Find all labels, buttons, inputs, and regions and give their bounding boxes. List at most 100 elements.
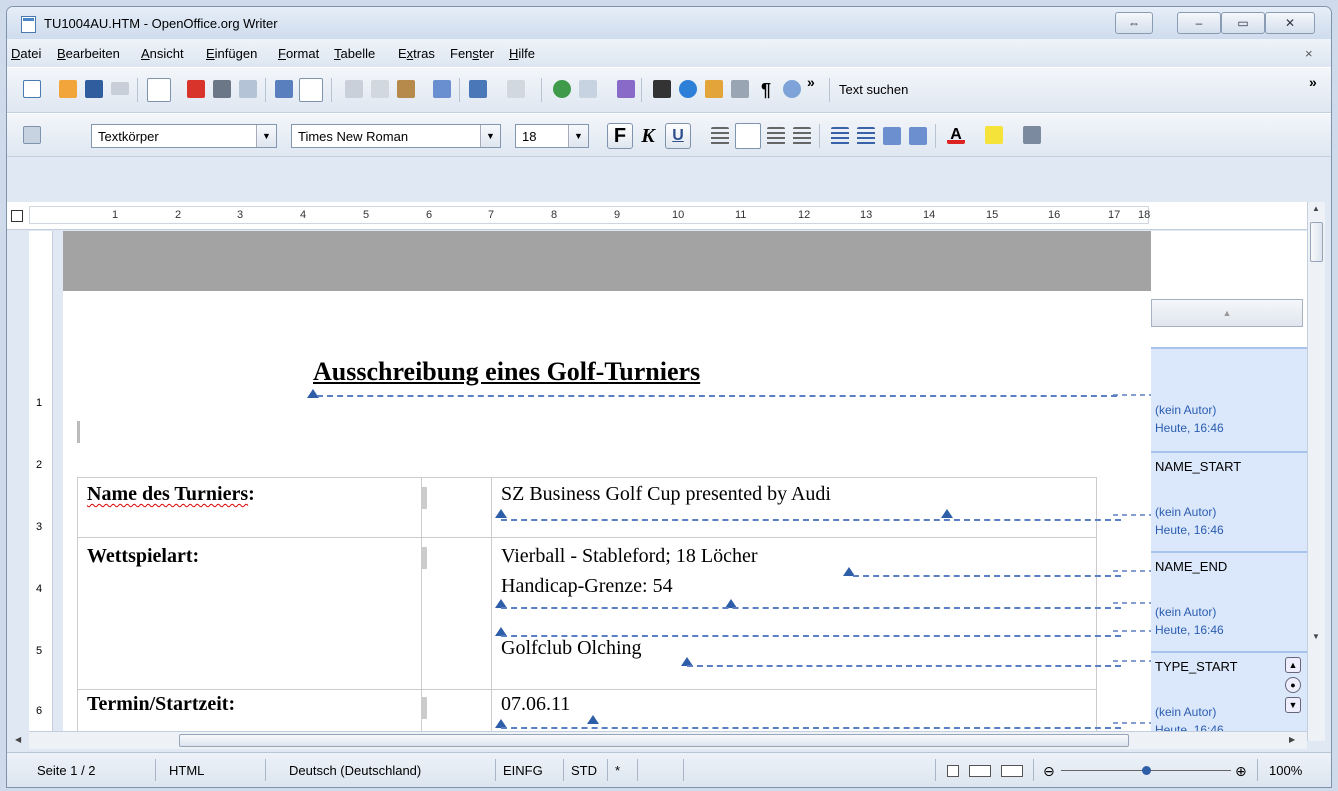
scroll-thumb[interactable] [1310, 222, 1323, 262]
new-document-icon[interactable] [23, 80, 41, 98]
restore-layout-button[interactable]: ⇔ [1115, 12, 1153, 34]
note-nav-down-icon[interactable]: ▼ [1285, 697, 1301, 713]
hyperlink-icon[interactable] [553, 80, 571, 98]
increase-indent-icon[interactable] [909, 127, 927, 145]
open-folder-icon[interactable] [59, 80, 77, 98]
toolbar-more-icon[interactable]: » [807, 74, 815, 90]
text-search-button[interactable]: Text suchen [839, 82, 908, 97]
data-sources-icon[interactable] [731, 80, 749, 98]
multi-page-view-icon[interactable] [969, 765, 991, 777]
menu-tabelle[interactable]: Tabelle [334, 46, 375, 61]
menu-extras[interactable]: Extras [398, 46, 435, 61]
underline-button[interactable]: U [665, 123, 691, 149]
scroll-down-icon[interactable]: ▼ [1312, 632, 1320, 641]
tab-type-icon[interactable] [11, 210, 23, 222]
zoom-slider-thumb[interactable] [1142, 766, 1151, 775]
comment-note[interactable]: (kein Autor) Heute, 16:46 [1151, 347, 1307, 453]
zoom-value[interactable]: 100% [1269, 763, 1302, 778]
comment-note[interactable]: TYPE_START (kein Autor) Heute, 16:46 [1151, 651, 1307, 741]
cut-icon[interactable] [345, 80, 363, 98]
numbering-icon[interactable] [831, 127, 849, 145]
minimize-button[interactable]: – [1177, 12, 1221, 34]
justify-icon[interactable] [793, 127, 811, 145]
show-draw-functions-icon[interactable] [617, 80, 635, 98]
menu-einfuegen[interactable]: Einfügen [206, 46, 257, 61]
document-heading: Ausschreibung eines Golf-Turniers [313, 357, 701, 386]
scroll-left-icon[interactable]: ◀ [15, 735, 21, 744]
menu-fenster[interactable]: Fenster [450, 46, 494, 61]
comment-anchor-icon[interactable] [587, 715, 599, 724]
menu-hilfe[interactable]: Hilfe [509, 46, 535, 61]
maximize-button[interactable]: ▭ [1221, 12, 1265, 34]
background-color-icon[interactable] [1023, 126, 1041, 144]
align-right-icon[interactable] [767, 127, 785, 145]
spellcheck-icon[interactable] [275, 80, 293, 98]
page-preview-icon[interactable] [239, 80, 257, 98]
redo-icon[interactable] [507, 80, 525, 98]
auto-spellcheck-icon[interactable] [299, 78, 323, 102]
vertical-scrollbar[interactable]: ▲ ▼ [1307, 202, 1325, 741]
menu-datei[interactable]: Datei [11, 46, 41, 61]
edit-mode-icon[interactable] [147, 78, 171, 102]
decrease-indent-icon[interactable] [883, 127, 901, 145]
vertical-ruler[interactable]: 1 2 3 4 5 6 [29, 231, 53, 741]
export-pdf-icon[interactable] [187, 80, 205, 98]
chevron-down-icon[interactable]: ▼ [480, 125, 500, 147]
vruler-mark: 4 [36, 583, 43, 595]
note-nav-home-icon[interactable]: ● [1285, 677, 1301, 693]
formatting-marks-icon[interactable]: ¶ [757, 80, 775, 100]
table-icon[interactable] [579, 80, 597, 98]
comment-note[interactable]: NAME_END (kein Autor) Heute, 16:46 [1151, 551, 1307, 653]
copy-icon[interactable] [371, 80, 389, 98]
align-center-icon[interactable] [735, 123, 761, 149]
insert-mode[interactable]: EINFG [503, 763, 543, 778]
zoom-out-icon[interactable]: ⊖ [1043, 763, 1055, 780]
bullets-icon[interactable] [857, 127, 875, 145]
menu-ansicht[interactable]: Ansicht [141, 46, 184, 61]
selection-mode[interactable]: STD [571, 763, 597, 778]
paragraph-style-combo[interactable]: Textkörper ▼ [91, 124, 277, 148]
close-document-icon[interactable]: × [1305, 46, 1313, 61]
close-window-button[interactable]: ✕ [1265, 12, 1315, 34]
comments-scroll-up-button[interactable]: ▲ [1151, 299, 1303, 327]
clone-formatting-icon[interactable] [433, 80, 451, 98]
horizontal-scrollbar[interactable]: ◀ ▶ [15, 731, 1307, 749]
scroll-thumb[interactable] [179, 734, 1129, 747]
comment-anchor-icon[interactable] [495, 509, 507, 518]
paste-icon[interactable] [397, 80, 415, 98]
page-indicator[interactable]: Seite 1 / 2 [37, 763, 96, 778]
book-view-icon[interactable] [1001, 765, 1023, 777]
find-toolbar-more-icon[interactable]: » [1309, 74, 1317, 90]
align-left-icon[interactable] [711, 127, 729, 145]
font-size-combo[interactable]: 18 ▼ [515, 124, 589, 148]
menu-bearbeiten[interactable]: Bearbeiten [57, 46, 120, 61]
email-icon[interactable] [111, 82, 129, 95]
styles-formatting-icon[interactable] [23, 126, 41, 144]
undo-icon[interactable] [469, 80, 487, 98]
chevron-down-icon[interactable]: ▼ [568, 125, 588, 147]
find-replace-icon[interactable] [653, 80, 671, 98]
horizontal-ruler[interactable]: 1 2 3 4 5 6 7 8 9 10 11 12 13 14 15 16 1… [7, 202, 1307, 230]
font-color-icon[interactable]: A [947, 126, 965, 144]
document-area[interactable]: Ausschreibung eines Golf-Turniers Name d… [63, 231, 1307, 741]
italic-button[interactable]: K [635, 123, 661, 149]
gallery-icon[interactable] [705, 80, 723, 98]
note-nav-up-icon[interactable]: ▲ [1285, 657, 1301, 673]
highlight-icon[interactable] [985, 126, 1003, 144]
menu-format[interactable]: Format [278, 46, 319, 61]
comment-note[interactable]: NAME_START (kein Autor) Heute, 16:46 [1151, 451, 1307, 555]
single-page-view-icon[interactable] [947, 765, 959, 777]
document-page[interactable]: Ausschreibung eines Golf-Turniers Name d… [69, 291, 1149, 741]
comment-anchor-icon[interactable] [941, 509, 953, 518]
navigator-icon[interactable] [679, 80, 697, 98]
scroll-up-icon[interactable]: ▲ [1312, 204, 1320, 213]
bold-button[interactable]: F [607, 123, 633, 149]
language-indicator[interactable]: Deutsch (Deutschland) [289, 763, 421, 778]
zoom-in-icon[interactable]: ⊕ [1235, 763, 1247, 780]
scroll-right-icon[interactable]: ▶ [1289, 735, 1295, 744]
chevron-down-icon[interactable]: ▼ [256, 125, 276, 147]
print-icon[interactable] [213, 80, 231, 98]
save-icon[interactable] [85, 80, 103, 98]
font-name-combo[interactable]: Times New Roman ▼ [291, 124, 501, 148]
zoom-icon[interactable] [783, 80, 801, 98]
